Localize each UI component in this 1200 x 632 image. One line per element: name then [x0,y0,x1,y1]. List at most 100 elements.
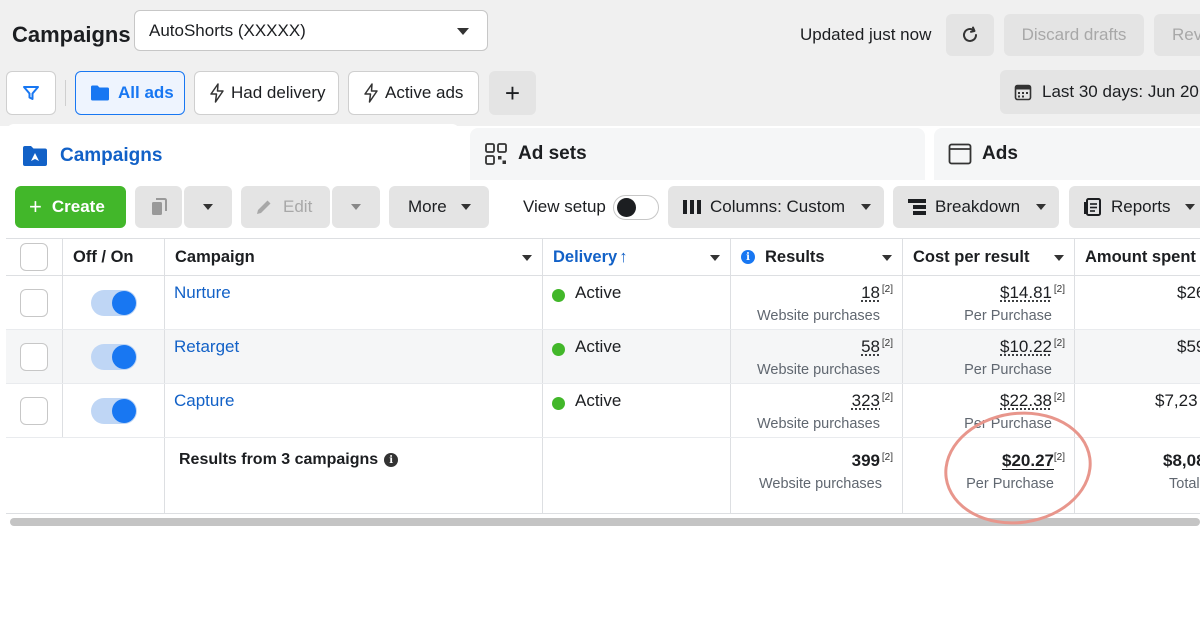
create-button[interactable]: + Create [15,186,126,228]
header-campaign[interactable]: Campaign [165,239,543,275]
toggle-knob [112,399,136,423]
tab-ad-sets-label: Ad sets [518,143,587,164]
delivery-status: Active [575,283,622,302]
header-cost-per-result[interactable]: Cost per result [903,239,1075,275]
header-results[interactable]: i Results [731,239,903,275]
columns-label: Columns: Custom [710,197,846,216]
results-value[interactable]: 323 [852,391,880,411]
header-off-on: Off / On [63,239,165,275]
date-range-picker[interactable]: Last 30 days: Jun 20, [1000,70,1200,114]
duplicate-menu-button[interactable] [184,186,232,228]
table-header: Off / On Campaign Delivery ↑ i Results C… [6,238,1200,276]
tab-ads[interactable]: Ads [934,128,1200,180]
edit-button[interactable]: Edit [241,186,330,228]
filter-button[interactable] [6,71,56,115]
header-campaign-label: Campaign [175,247,255,266]
status-dot [552,343,565,356]
breakdown-button[interactable]: Breakdown [893,186,1059,228]
row-checkbox[interactable] [20,397,48,425]
edit-label: Edit [283,197,313,216]
folder-icon [91,85,109,101]
campaign-link[interactable]: Capture [174,391,234,411]
chevron-down-icon [1036,204,1047,210]
tab-campaigns[interactable]: Campaigns [6,124,460,188]
campaign-link[interactable]: Retarget [174,337,239,357]
chevron-down-icon [522,255,532,261]
row-select-cell [6,276,63,329]
results-value[interactable]: 58 [861,337,880,357]
campaign-toggle[interactable] [91,290,137,316]
columns-button[interactable]: Columns: Custom [668,186,884,228]
more-label: More [408,197,447,216]
row-toggle-cell [63,384,165,437]
reports-button[interactable]: Reports [1069,186,1200,228]
amount-value: $59 [1177,337,1200,356]
campaign-link[interactable]: Nurture [174,283,231,303]
footnote-ref: [2] [1053,284,1065,295]
amount-cell: $59 [1075,330,1200,383]
tab-ads-label: Ads [982,143,1018,164]
cpr-value[interactable]: $22.38 [1000,391,1052,411]
table-row[interactable]: Nurture Active 18 [2] Website purchases … [6,276,1200,330]
campaign-toggle[interactable] [91,344,137,370]
more-button[interactable]: More [389,186,489,228]
table-row[interactable]: Retarget Active 58 [2] Website purchases… [6,330,1200,384]
divider [65,80,66,106]
cpr-value[interactable]: $14.81 [1000,283,1052,303]
tab-ad-sets[interactable]: Ad sets [470,128,925,180]
chevron-down-icon [203,204,213,210]
had-delivery-filter[interactable]: Had delivery [194,71,339,115]
select-all-checkbox[interactable] [20,243,48,271]
chevron-down-icon [1184,204,1195,210]
summary-spacer [63,438,165,513]
chevron-down-icon [457,28,469,35]
campaign-folder-icon [23,146,47,166]
active-ads-filter[interactable]: Active ads [348,71,479,115]
chevron-down-icon [882,255,892,261]
row-checkbox[interactable] [20,289,48,317]
header-delivery[interactable]: Delivery ↑ [543,239,731,275]
summary-label-cell: Results from 3 campaigns i [165,438,543,513]
filter-icon [23,86,39,100]
footnote-ref: [2] [881,452,893,463]
discard-drafts-button[interactable]: Discard drafts [1004,14,1144,56]
cpr-cell: $10.22 [2] Per Purchase [903,330,1075,383]
top-bar: Campaigns AutoShorts (XXXXX) Updated jus… [0,0,1200,126]
summary-amount-value: $8,08 [1163,451,1200,470]
delivery-status: Active [575,337,622,356]
header-select-all[interactable] [6,239,63,275]
row-select-cell [6,384,63,437]
view-setup-toggle[interactable] [613,195,659,220]
chevron-down-icon [861,204,872,210]
status-dot [552,397,565,410]
row-toggle-cell [63,276,165,329]
cpr-value[interactable]: $10.22 [1000,337,1052,357]
amount-value: $26 [1177,283,1200,302]
chevron-down-icon [710,255,720,261]
duplicate-button[interactable] [135,186,182,228]
account-dropdown[interactable]: AutoShorts (XXXXX) [134,10,488,51]
summary-amount-cell: $8,08 Total [1075,438,1200,513]
info-icon[interactable]: i [384,453,399,467]
delivery-cell: Active [543,384,731,437]
edit-menu-button[interactable] [332,186,380,228]
header-amount-label: Amount spent [1085,247,1196,266]
cpr-type: Per Purchase [964,308,1052,324]
refresh-button[interactable] [946,14,994,56]
summary-delivery-cell [543,438,731,513]
review-button[interactable]: Rev [1154,14,1200,56]
results-value[interactable]: 18 [861,283,880,303]
all-ads-filter[interactable]: All ads [75,71,185,115]
add-filter-button[interactable]: + [489,71,536,115]
header-amount-spent[interactable]: Amount spent [1075,239,1200,275]
campaign-toggle[interactable] [91,398,137,424]
header-results-label: Results [765,247,825,266]
ad-window-icon [948,143,972,165]
info-icon[interactable]: i [741,250,755,264]
results-type: Website purchases [756,362,880,378]
amount-value: $7,23 [1155,391,1198,410]
tab-campaigns-label: Campaigns [60,145,163,166]
toggle-knob [112,291,136,315]
row-checkbox[interactable] [20,343,48,371]
summary-results-cell: 399 [2] Website purchases [731,438,903,513]
